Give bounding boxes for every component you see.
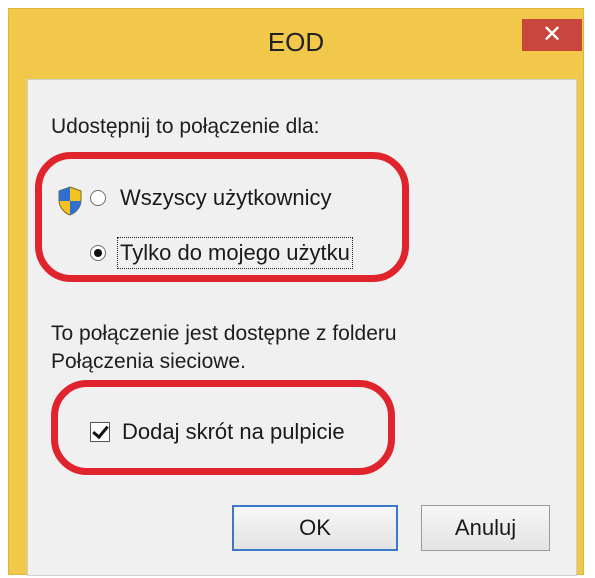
desktop-shortcut-checkbox[interactable] (90, 422, 110, 442)
title-bar[interactable]: EOD ✕ (9, 9, 583, 79)
radio-only-me-label: Tylko do mojego użytku (117, 237, 353, 269)
dialog-body: Udostępnij to połączenie dla: Wszyscy uż… (27, 79, 577, 576)
desktop-shortcut-label: Dodaj skrót na pulpicie (122, 419, 345, 444)
ok-button[interactable]: OK (232, 505, 398, 551)
dialog-window: EOD ✕ Udostępnij to połączenie dla: Wszy… (9, 9, 583, 576)
share-prompt-label: Udostępnij to połączenie dla: (51, 115, 320, 138)
info-text-line1: To połączenie jest dostępne z folderu (51, 322, 397, 345)
window-title: EOD (267, 27, 325, 57)
radio-only-me-button[interactable] (90, 245, 106, 261)
close-button[interactable]: ✕ (522, 19, 582, 51)
info-text-line2: Połączenia sieciowe. (51, 350, 246, 373)
desktop-shortcut-checkbox-row[interactable]: Dodaj skrót na pulpicie (90, 419, 345, 445)
cancel-button[interactable]: Anuluj (421, 505, 550, 551)
radio-all-users-label: Wszyscy użytkownicy (120, 185, 332, 210)
radio-only-me[interactable]: Tylko do mojego użytku (90, 237, 353, 269)
radio-all-users-button[interactable] (90, 190, 106, 206)
shield-icon (58, 186, 82, 216)
radio-all-users[interactable]: Wszyscy użytkownicy (90, 185, 331, 211)
